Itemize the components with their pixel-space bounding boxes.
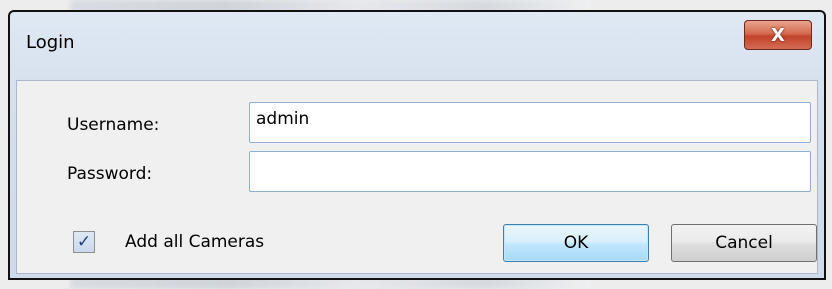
username-input[interactable]: admin <box>249 102 811 143</box>
add-all-cameras-checkbox[interactable]: ✓ <box>73 231 95 253</box>
title-bar[interactable]: Login X <box>10 12 824 70</box>
dialog-title: Login <box>26 32 75 53</box>
dialog-body: Username: admin Password: ✓ Add all Came… <box>16 80 818 274</box>
cancel-button[interactable]: Cancel <box>671 224 817 262</box>
password-input[interactable] <box>249 151 811 192</box>
login-dialog: Login X Username: admin Password: ✓ Add … <box>8 10 826 280</box>
check-icon: ✓ <box>76 231 92 252</box>
add-all-cameras-label[interactable]: Add all Cameras <box>125 232 264 252</box>
close-icon: X <box>771 24 785 46</box>
password-label: Password: <box>67 164 153 184</box>
close-button[interactable]: X <box>744 20 812 50</box>
ok-button[interactable]: OK <box>503 224 649 262</box>
username-label: Username: <box>67 115 160 135</box>
